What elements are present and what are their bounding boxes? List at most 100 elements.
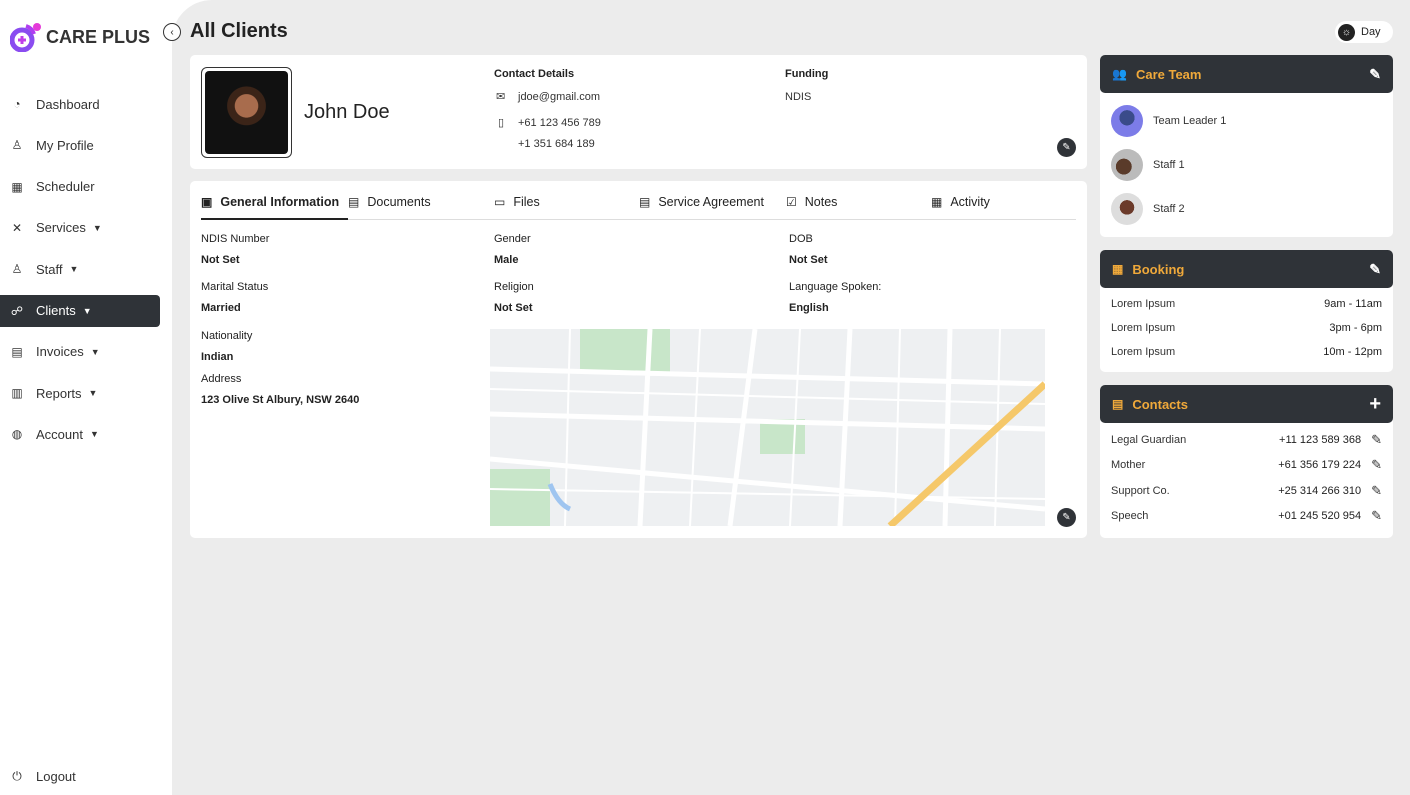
sidebar-item-invoices[interactable]: ▤ Invoices ▼ <box>0 336 160 368</box>
sidebar-item-label: My Profile <box>36 137 94 153</box>
tab-files[interactable]: ▭ Files <box>494 191 540 213</box>
sidebar-item-account[interactable]: ◍ Account ▼ <box>0 418 160 450</box>
sidebar-item-staff[interactable]: ♙ Staff ▼ <box>0 253 160 285</box>
contacts-header: ▤ Contacts + <box>1100 385 1393 423</box>
edit-map-button[interactable]: ✎ <box>1057 508 1076 527</box>
booking-card: ▦ Booking ✎ Lorem Ipsum 9am - 11am Lorem Ips… <box>1100 250 1393 372</box>
funding-value: NDIS <box>785 91 812 103</box>
tab-icon: ▭ <box>494 195 506 209</box>
sidebar-item-reports[interactable]: ▥ Reports ▼ <box>0 377 160 409</box>
sidebar-item-label: Clients <box>36 303 76 318</box>
sidebar-item-label: Staff <box>36 261 63 277</box>
contact-details-title: Contact Details <box>494 68 575 80</box>
field-marital: Marital Status Married <box>201 281 269 314</box>
invoice-icon: ▤ <box>11 344 23 359</box>
client-details-card: ▣ General Information ▤ Documents ▭ Files ▤ Ser… <box>190 181 1087 538</box>
user-icon: ♙ <box>11 262 23 277</box>
sidebar-item-my-profile[interactable]: ♙ My Profile <box>0 129 160 161</box>
tab-icon: ▣ <box>201 195 213 209</box>
care-team-member[interactable]: Team Leader 1 <box>1100 99 1393 143</box>
theme-label: Day <box>1361 26 1381 38</box>
collapse-sidebar-button[interactable]: ‹ <box>163 23 181 41</box>
contacts-title: Contacts <box>1132 396 1188 412</box>
tab-documents[interactable]: ▤ Documents <box>348 191 431 213</box>
calendar-icon: ▦ <box>11 179 23 194</box>
logout-label: Logout <box>36 768 76 784</box>
care-team-title: Care Team <box>1135 66 1202 82</box>
contact-book-icon: ▤ <box>1112 397 1124 411</box>
contact-row: Legal Guardian +11 123 589 368 ✎ <box>1111 431 1382 448</box>
tab-general-information[interactable]: ▣ General Information <box>201 191 339 213</box>
sidebar-item-dashboard[interactable]: ◔ Dashboard <box>0 88 160 120</box>
care-team-member[interactable]: Staff 1 <box>1100 143 1393 187</box>
logo-text: CARE PLUS <box>46 26 151 47</box>
client-phone-1: +61 123 456 789 <box>518 117 601 129</box>
edit-care-team-button[interactable]: ✎ <box>1369 66 1381 83</box>
tab-service-agreement[interactable]: ▤ Service Agreement <box>639 191 764 213</box>
edit-contact-button pencil-icon[interactable]: ✎ <box>1371 483 1382 499</box>
users-icon: ☍ <box>10 303 24 318</box>
booking-row[interactable]: Lorem Ipsum 9am - 11am <box>1100 292 1393 316</box>
care-team-header: 👥 Care Team ✎ <box>1100 55 1393 93</box>
chevron-down-icon: ▼ <box>88 388 98 399</box>
phone-icon: ▯ <box>498 117 505 129</box>
sidebar-item-label: Reports <box>36 385 82 401</box>
edit-contact-button pencil-icon[interactable]: ✎ <box>1371 508 1382 524</box>
client-email[interactable]: jdoe@gmail.com <box>518 91 600 103</box>
edit-contact-button pencil-icon[interactable]: ✎ <box>1371 432 1382 448</box>
field-dob: DOB Not Set <box>789 233 828 266</box>
funding-title: Funding <box>785 68 829 80</box>
field-language: Language Spoken: English <box>789 281 882 314</box>
care-team-card: 👥 Care Team ✎ Team Leader 1 Staff 1 Staff 2 <box>1100 55 1393 237</box>
globe-icon: ◍ <box>11 427 23 442</box>
sun-icon: ☼ <box>1338 23 1355 41</box>
booking-title: Booking <box>1132 261 1185 277</box>
avatar <box>1111 193 1143 225</box>
contacts-card: ▤ Contacts + Legal Guardian +11 123 589 368… <box>1100 385 1393 538</box>
edit-contact-button pencil-icon[interactable]: ✎ <box>1371 457 1382 473</box>
sidebar-item-label: Account <box>36 426 83 442</box>
contact-row: Speech +01 245 520 954 ✎ <box>1111 508 1382 524</box>
add-contact-button[interactable]: + <box>1369 393 1381 416</box>
sidebar-item-label: Scheduler <box>36 179 95 195</box>
care-plus-logo-icon <box>10 23 41 52</box>
sidebar: CARE PLUS ◔ Dashboard ♙ My Profile ▦ Schedule… <box>0 0 172 795</box>
care-team-member[interactable]: Staff 2 <box>1100 187 1393 231</box>
logo[interactable]: CARE PLUS <box>10 22 150 52</box>
booking-row[interactable]: Lorem Ipsum 3pm - 6pm <box>1100 316 1393 340</box>
client-name: John Doe <box>304 101 390 123</box>
chevron-down-icon: ▼ <box>82 305 92 316</box>
contact-row: Mother +61 356 179 224 ✎ <box>1111 457 1382 473</box>
gauge-icon: ◔ <box>13 97 21 111</box>
tab-icon: ☑ <box>786 195 797 209</box>
chevron-down-icon: ▼ <box>69 264 79 275</box>
chevron-down-icon: ▼ <box>92 222 102 233</box>
avatar <box>1111 149 1143 181</box>
booking-header: ▦ Booking ✎ <box>1100 250 1393 288</box>
team-icon: 👥 <box>1112 67 1127 81</box>
sidebar-item-clients[interactable]: ☍ Clients ▼ <box>0 294 160 327</box>
tab-activity[interactable]: ▦ Activity <box>931 191 990 213</box>
edit-profile-button[interactable]: ✎ <box>1057 138 1076 157</box>
field-religion: Religion Not Set <box>494 281 534 314</box>
tab-icon: ▤ <box>639 195 651 209</box>
tab-icon: ▤ <box>348 195 360 209</box>
client-avatar <box>201 67 292 158</box>
sidebar-item-scheduler[interactable]: ▦ Scheduler <box>0 171 160 203</box>
sidebar-item-services[interactable]: ✕ Services ▼ <box>0 212 160 244</box>
booking-row[interactable]: Lorem Ipsum 10m - 12pm <box>1100 340 1393 364</box>
field-nationality: Nationality Indian <box>201 330 253 363</box>
sidebar-item-label: Invoices <box>36 344 84 360</box>
mail-icon: ✉ <box>496 91 506 103</box>
field-address: Address 123 Olive St Albury, NSW 2640 <box>201 373 360 406</box>
edit-booking-button[interactable]: ✎ <box>1369 261 1381 278</box>
tab-icon: ▦ <box>931 195 943 209</box>
power-icon: ⏻ <box>12 768 22 783</box>
page-title: All Clients <box>190 20 288 42</box>
theme-toggle[interactable]: ☼ Day <box>1335 21 1393 43</box>
address-map[interactable] <box>490 329 1045 526</box>
logout-button[interactable]: ⏻ Logout <box>0 760 160 792</box>
tab-notes[interactable]: ☑ Notes <box>786 191 837 213</box>
user-icon: ♙ <box>11 138 23 153</box>
contact-row: Support Co. +25 314 266 310 ✎ <box>1111 482 1382 499</box>
